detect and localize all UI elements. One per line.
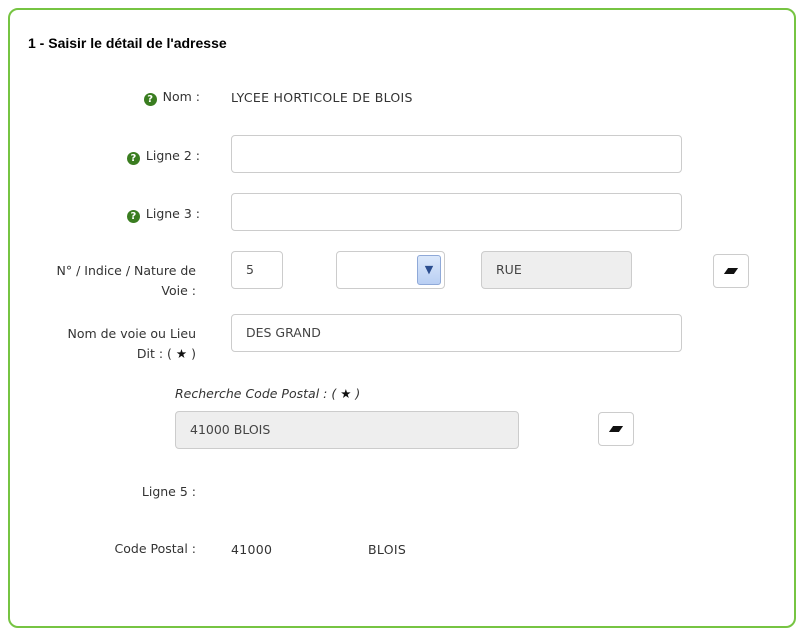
recherche-cp-input[interactable]: 41000 BLOIS	[175, 411, 519, 449]
code-postal-value: 41000	[231, 542, 273, 557]
section-title: 1 - Saisir le détail de l'adresse	[28, 35, 227, 51]
ligne3-label: ? Ligne 3 :	[90, 203, 200, 225]
clear-voie-button[interactable]	[713, 254, 749, 288]
eraser-icon	[608, 426, 624, 432]
ligne2-input[interactable]	[231, 135, 682, 173]
numero-input[interactable]: 5	[231, 251, 283, 289]
voie-label: N° / Indice / Nature de Voie :	[56, 263, 196, 298]
ligne2-label: ? Ligne 2 :	[90, 145, 200, 167]
chevron-down-icon[interactable]: ▼	[417, 255, 441, 285]
help-circle-icon[interactable]: ?	[126, 152, 140, 165]
recherche-cp-label: Recherche Code Postal : ( ★ )	[175, 386, 361, 401]
nom-label: ? Nom :	[100, 86, 200, 108]
nom-value: LYCEE HORTICOLE DE BLOIS	[231, 90, 413, 105]
nom-voie-input[interactable]: DES GRAND	[231, 314, 682, 352]
ville-value: BLOIS	[368, 542, 407, 557]
star-icon: ★	[175, 346, 188, 361]
ligne3-input[interactable]	[231, 193, 682, 231]
nature-voie-field: RUE	[481, 251, 632, 289]
indice-select[interactable]: ▼	[336, 251, 445, 289]
star-icon: ★	[340, 386, 352, 401]
clear-cp-button[interactable]	[598, 412, 634, 446]
help-circle-icon[interactable]: ?	[143, 93, 157, 106]
nom-voie-label: Nom de voie ou Lieu Dit : ( ★ )	[67, 326, 196, 361]
eraser-icon	[723, 268, 739, 274]
code-postal-label: Code Postal :	[114, 541, 196, 556]
ligne5-label: Ligne 5 :	[141, 484, 196, 499]
help-circle-icon[interactable]: ?	[126, 210, 140, 223]
